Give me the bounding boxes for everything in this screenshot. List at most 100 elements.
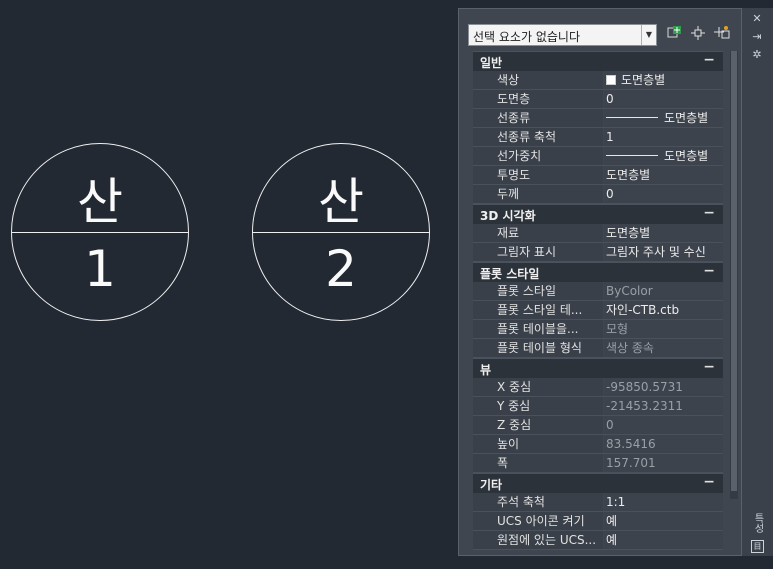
property-value[interactable]: -21453.2311 — [604, 397, 723, 415]
property-value-text: 도면층별 — [621, 73, 666, 87]
property-row[interactable]: 플롯 스타일 테... 자인-CTB.ctb — [473, 301, 723, 320]
bubble-number: 2 — [325, 240, 357, 298]
section-header[interactable]: 3D 시각화 − — [473, 204, 723, 224]
linetype-preview — [606, 117, 658, 118]
property-row[interactable]: 두께 0 — [473, 185, 723, 204]
property-value[interactable]: 그림자 주사 및 수신 — [604, 243, 723, 261]
quick-select-icon[interactable] — [664, 25, 684, 45]
auto-hide-icon[interactable]: ⇥ — [750, 30, 764, 44]
collapse-icon[interactable]: − — [703, 205, 715, 221]
property-value[interactable]: 자인-CTB.ctb — [604, 301, 723, 319]
property-row[interactable]: X 중심 -95850.5731 — [473, 378, 723, 397]
collapse-icon[interactable]: − — [703, 474, 715, 490]
section-header[interactable]: 일반 − — [473, 51, 723, 71]
property-name: 도면층 — [473, 90, 603, 108]
property-value-text: 예 — [606, 514, 618, 528]
property-value[interactable]: 0 — [604, 90, 723, 108]
selection-dropdown[interactable]: 선택 요소가 없습니다 ▼ — [468, 24, 657, 46]
close-icon[interactable]: ✕ — [750, 12, 764, 26]
property-value[interactable]: 모형 — [604, 320, 723, 338]
property-value[interactable]: 도면층별 — [604, 71, 723, 89]
property-value[interactable]: 도면층별 — [604, 166, 723, 184]
drawing-canvas[interactable]: 산 1 산 2 — [0, 0, 458, 569]
property-row[interactable]: 플롯 테이블을... 모형 — [473, 320, 723, 339]
selection-dropdown-label: 선택 요소가 없습니다 — [473, 30, 580, 44]
property-value[interactable]: 도면층별 — [604, 147, 723, 165]
property-value-text: 자인-CTB.ctb — [606, 303, 680, 317]
property-value-text: 0 — [606, 187, 614, 201]
properties-palette: 선택 요소가 없습니다 ▼ 일반 − 색상 도면층별 도면층 0 선종류 도면층별 선종류 축척… — [458, 8, 742, 556]
property-name: 플롯 스타일 — [473, 282, 603, 300]
property-value-text: 0 — [606, 418, 614, 432]
section-title: 플롯 스타일 — [480, 267, 540, 281]
section-title: 뷰 — [480, 363, 492, 377]
property-row[interactable]: 선종류 축척 1 — [473, 128, 723, 147]
property-row[interactable]: 플롯 스타일 ByColor — [473, 282, 723, 301]
property-row[interactable]: Y 중심 -21453.2311 — [473, 397, 723, 416]
property-name: 플롯 스타일 테... — [473, 301, 603, 319]
collapse-icon[interactable]: − — [703, 359, 715, 375]
property-value[interactable]: 예 — [604, 512, 723, 530]
property-value[interactable]: 157.701 — [604, 454, 723, 472]
property-value[interactable]: -95850.5731 — [604, 378, 723, 396]
pickadd-toggle-icon[interactable] — [712, 25, 732, 45]
property-row[interactable]: 도면층 0 — [473, 90, 723, 109]
vertical-scrollbar[interactable] — [730, 51, 738, 499]
palette-toggle-icon[interactable]: 目 — [751, 540, 764, 553]
property-name: 플롯 테이블 형식 — [473, 339, 603, 357]
property-row[interactable]: Z 중심 0 — [473, 416, 723, 435]
property-value-text: 도면층별 — [664, 111, 709, 125]
property-name: 투명도 — [473, 166, 603, 184]
property-value[interactable]: 도면층별 — [604, 224, 723, 242]
property-row[interactable]: 원점에 있는 UCS... 예 — [473, 531, 723, 550]
property-row[interactable]: 투명도 도면층별 — [473, 166, 723, 185]
collapse-icon[interactable]: − — [703, 263, 715, 279]
property-row[interactable]: 폭 157.701 — [473, 454, 723, 473]
section-header[interactable]: 뷰 − — [473, 358, 723, 378]
property-name: 폭 — [473, 454, 603, 472]
section-header[interactable]: 기타 − — [473, 473, 723, 493]
select-objects-icon[interactable] — [688, 25, 708, 45]
property-row[interactable]: 색상 도면층별 — [473, 71, 723, 90]
property-value-text: 도면층별 — [606, 168, 651, 182]
chevron-down-icon[interactable]: ▼ — [641, 25, 656, 45]
property-value-text: 모형 — [606, 322, 629, 336]
property-row[interactable]: 높이 83.5416 — [473, 435, 723, 454]
collapse-icon[interactable]: − — [703, 52, 715, 68]
property-row[interactable]: 선가중치 도면층별 — [473, 147, 723, 166]
property-value[interactable]: 색상 종속 — [604, 339, 723, 357]
property-row[interactable]: UCS 아이콘 켜기 예 — [473, 512, 723, 531]
property-name: 높이 — [473, 435, 603, 453]
bubble-top-text: 산 — [318, 173, 364, 231]
property-value-text: 도면층별 — [606, 226, 651, 240]
bubble-number: 1 — [84, 240, 116, 298]
palette-title-rail: ✕ ⇥ ✲ 특성 目 — [742, 8, 773, 556]
property-value-text: 1 — [606, 130, 614, 144]
grid-bubble-2[interactable]: 산 2 — [252, 143, 430, 321]
property-row[interactable]: 선종류 도면층별 — [473, 109, 723, 128]
property-name: 주석 축척 — [473, 493, 603, 511]
property-value[interactable]: 0 — [604, 416, 723, 434]
property-name: Z 중심 — [473, 416, 603, 434]
section-title: 3D 시각화 — [480, 209, 536, 223]
property-value[interactable]: 0 — [604, 185, 723, 203]
property-value[interactable]: 예 — [604, 531, 723, 549]
property-value[interactable]: 1 — [604, 128, 723, 146]
property-value[interactable]: ByColor — [604, 282, 723, 300]
property-name: UCS 아이콘 켜기 — [473, 512, 603, 530]
property-row[interactable]: 그림자 표시 그림자 주사 및 수신 — [473, 243, 723, 262]
color-swatch — [606, 75, 616, 85]
section-title: 일반 — [480, 56, 503, 70]
property-value[interactable]: 도면층별 — [604, 109, 723, 127]
section-header[interactable]: 플롯 스타일 − — [473, 262, 723, 282]
property-value[interactable]: 83.5416 — [604, 435, 723, 453]
property-value-text: 1:1 — [606, 495, 626, 509]
property-value[interactable]: 1:1 — [604, 493, 723, 511]
property-row[interactable]: 재료 도면층별 — [473, 224, 723, 243]
bubble-top-text: 산 — [77, 173, 123, 231]
property-row[interactable]: 플롯 테이블 형식 색상 종속 — [473, 339, 723, 358]
scrollbar-thumb[interactable] — [731, 51, 737, 491]
grid-bubble-1[interactable]: 산 1 — [11, 143, 189, 321]
property-row[interactable]: 주석 축척 1:1 — [473, 493, 723, 512]
properties-menu-icon[interactable]: ✲ — [750, 48, 764, 62]
